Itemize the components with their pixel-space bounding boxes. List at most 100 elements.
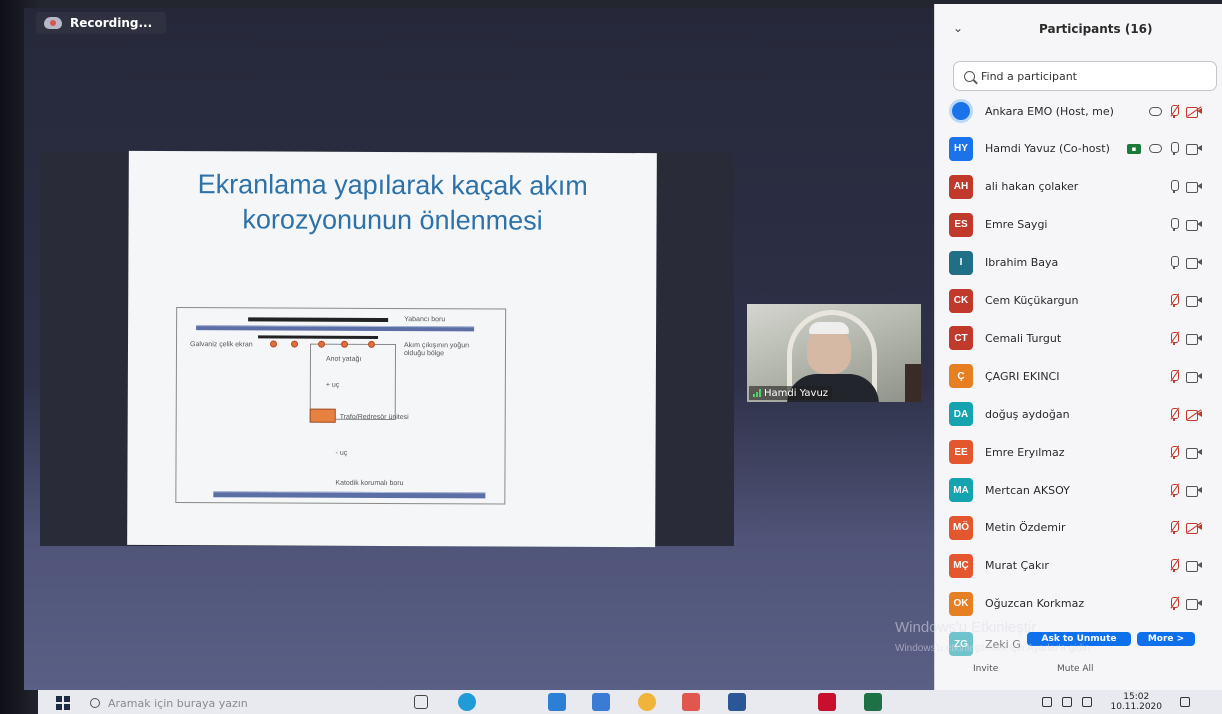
participant-row[interactable]: CK Cem Küçükargun (935, 283, 1222, 319)
participant-name: Emre Eryılmaz (985, 445, 1065, 459)
mic-muted-icon[interactable] (1170, 445, 1180, 459)
mic-icon[interactable] (1170, 180, 1179, 194)
meeting-stage: Recording... Ekranlama yapılarak kaçak a… (24, 8, 934, 690)
avatar: CK (949, 288, 973, 313)
mic-muted-icon[interactable] (1170, 483, 1180, 497)
video-icon[interactable] (1186, 371, 1202, 383)
video-icon[interactable] (1186, 333, 1202, 345)
more-button[interactable]: More > (1137, 632, 1195, 646)
cloud-recording-icon (1149, 106, 1162, 116)
video-icon[interactable] (1186, 485, 1202, 497)
presentation-slide: Ekranlama yapılarak kaçak akım korozyonu… (127, 150, 657, 548)
mute-all-button[interactable]: Mute All (1057, 664, 1094, 674)
store-icon[interactable] (592, 693, 610, 711)
avatar: ES (949, 212, 973, 237)
participant-row[interactable]: EE Emre Eryılmaz (935, 434, 1222, 470)
search-icon (964, 70, 975, 82)
participant-row[interactable]: MÇ Murat Çakır (935, 548, 1222, 584)
mic-icon[interactable] (1170, 218, 1179, 232)
participant-row[interactable]: ES Emre Saygi (935, 207, 1222, 243)
edge-browser-icon[interactable] (458, 693, 476, 711)
participant-name: ÇAGRI EKINCI (985, 369, 1060, 383)
label-high-current-2: olduğu bölge (403, 350, 445, 358)
cloud-recording-icon (1149, 144, 1162, 154)
participant-status-icons (1170, 483, 1202, 497)
signal-strength-icon (753, 389, 761, 397)
participant-row[interactable]: MÖ Metin Özdemir (935, 510, 1222, 546)
participant-status-icons (1170, 331, 1202, 345)
mic-muted-icon[interactable] (1170, 104, 1180, 118)
participant-video-thumbnail[interactable]: Hamdi Yavuz (747, 304, 921, 402)
task-view-icon[interactable] (414, 695, 428, 709)
video-icon[interactable] (1186, 181, 1202, 194)
avatar: CT (949, 326, 973, 351)
background-object (905, 364, 921, 402)
mic-muted-icon[interactable] (1170, 369, 1180, 383)
taskbar-search[interactable]: Aramak için buraya yazın (90, 693, 420, 713)
search-icon (90, 698, 100, 708)
app-icon[interactable] (682, 693, 700, 711)
notifications-icon[interactable] (1180, 697, 1190, 707)
avatar (949, 99, 973, 123)
excel-icon[interactable] (864, 693, 882, 711)
file-explorer-icon[interactable] (548, 693, 566, 711)
volume-icon[interactable] (1062, 697, 1072, 707)
mic-muted-icon[interactable] (1170, 520, 1180, 535)
video-off-icon[interactable] (1186, 105, 1202, 118)
label-protected-pipe: Katodik korumalı boru (335, 479, 404, 488)
mic-muted-icon[interactable] (1170, 331, 1180, 345)
participant-status-icons (1170, 407, 1202, 421)
mic-muted-icon[interactable] (1170, 407, 1180, 421)
chevron-down-icon[interactable]: ⌄ (953, 21, 963, 35)
mic-muted-icon[interactable] (1170, 293, 1180, 307)
participant-name: Ibrahim Baya (985, 256, 1059, 270)
participant-row[interactable]: I Ibrahim Baya (935, 245, 1222, 281)
video-name-tag: Hamdi Yavuz (749, 386, 833, 400)
word-icon[interactable] (728, 693, 746, 711)
participant-row[interactable]: Ç ÇAGRI EKINCI (935, 358, 1222, 394)
person-hair (809, 322, 849, 334)
participant-row[interactable]: Ankara EMO (Host, me) (935, 93, 1222, 129)
video-icon[interactable] (1186, 447, 1202, 459)
participant-name: doğuş aydoğan (985, 407, 1070, 421)
participant-search[interactable] (953, 61, 1217, 91)
mic-icon[interactable] (1170, 142, 1179, 156)
chrome-icon[interactable] (638, 693, 656, 711)
avatar: AH (949, 174, 973, 199)
video-icon[interactable] (1186, 219, 1202, 232)
recording-indicator[interactable]: Recording... (36, 12, 167, 34)
participant-row[interactable]: HY Hamdi Yavuz (Co-host) ▪ (935, 131, 1222, 167)
video-off-icon[interactable] (1186, 408, 1202, 421)
video-icon[interactable] (1186, 257, 1202, 270)
battery-icon[interactable] (1082, 697, 1092, 707)
label-rectifier: Trafo/Redresör ünitesi (339, 413, 409, 422)
recording-label: Recording... (70, 16, 153, 30)
invite-button[interactable]: Invite (973, 664, 998, 674)
participant-name: Cemali Turgut (985, 331, 1062, 345)
participant-row[interactable]: AH ali hakan çolaker (935, 169, 1222, 205)
video-participant-name: Hamdi Yavuz (764, 387, 829, 399)
windows-start-icon[interactable] (56, 696, 70, 710)
video-off-icon[interactable] (1186, 522, 1202, 535)
video-icon[interactable] (1186, 598, 1202, 611)
video-icon[interactable] (1186, 143, 1202, 156)
mic-muted-icon[interactable] (1170, 558, 1180, 573)
video-icon[interactable] (1186, 560, 1202, 573)
participant-row[interactable]: CT Cemali Turgut (935, 320, 1222, 356)
participant-status-icons (1170, 369, 1202, 383)
acrobat-icon[interactable] (818, 693, 836, 711)
participant-row[interactable]: OK Oğuzcan Korkmaz (935, 586, 1222, 622)
video-icon[interactable] (1186, 295, 1202, 307)
ask-to-unmute-button[interactable]: Ask to Unmute (1027, 632, 1131, 646)
taskbar-clock[interactable]: 15:02 10.11.2020 (1110, 692, 1162, 712)
mic-muted-icon[interactable] (1170, 596, 1180, 611)
search-input[interactable] (981, 69, 1201, 83)
avatar: OK (949, 591, 973, 616)
network-icon[interactable] (1042, 697, 1052, 707)
participant-name: Hamdi Yavuz (Co-host) (985, 142, 1110, 156)
avatar: MÇ (949, 553, 973, 578)
participant-row[interactable]: MA Mertcan AKSOY (935, 472, 1222, 508)
participant-row[interactable]: DA doğuş aydoğan (935, 396, 1222, 432)
mic-icon[interactable] (1170, 256, 1179, 270)
participant-name: Murat Çakır (985, 559, 1049, 573)
